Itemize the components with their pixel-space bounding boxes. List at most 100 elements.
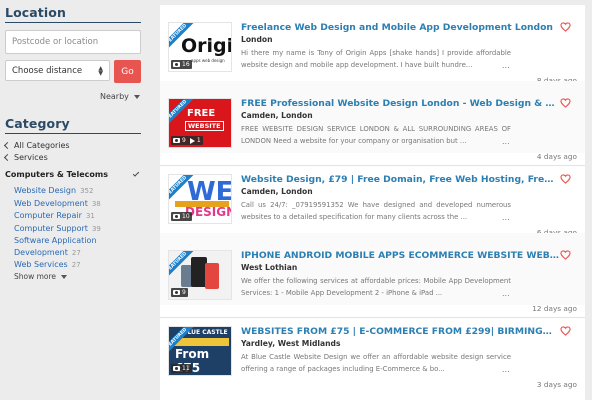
- show-more-label: Show more: [14, 272, 57, 281]
- listing-item[interactable]: FEATURED FREE WEBSITE 91 FREE Profession…: [160, 81, 585, 153]
- breadcrumb-services[interactable]: Services: [3, 153, 48, 162]
- photo-count: 11: [182, 365, 190, 372]
- select-arrows-icon: ▲ ▼: [98, 64, 103, 77]
- subcategory-web-development[interactable]: Web Development 38: [14, 198, 114, 211]
- postcode-input[interactable]: [5, 30, 141, 54]
- camera-icon: [173, 214, 180, 219]
- photo-count: 10: [182, 213, 190, 220]
- listing-title[interactable]: FREE Professional Website Design London …: [241, 98, 559, 109]
- listing-item[interactable]: FEATURED 9 IPHONE ANDROID MOBILE APPS EC…: [160, 233, 585, 305]
- heart-icon[interactable]: [560, 98, 571, 108]
- subcategory-count: 38: [91, 199, 101, 208]
- subcategory-website-design[interactable]: Website Design 352: [14, 185, 114, 198]
- breadcrumb-label: All Categories: [14, 141, 70, 150]
- subcategory-name: Web Development: [14, 198, 88, 208]
- subcategory-computer-repair[interactable]: Computer Repair 31: [14, 210, 114, 223]
- thumbnail-tagline: apps web design: [191, 58, 225, 63]
- listing-description: At Blue Castle Website Design we offer a…: [241, 353, 511, 373]
- listing-more[interactable]: ...: [502, 289, 510, 298]
- listing-location: Camden, London: [241, 187, 313, 196]
- heart-icon[interactable]: [560, 174, 571, 184]
- listings-panel: FEATURED Origin apps web design 16 Freel…: [160, 5, 585, 400]
- listing-location: London: [241, 35, 273, 44]
- listing-location: Yardley, West Midlands: [241, 339, 341, 348]
- photo-count: 9: [182, 289, 186, 296]
- category-divider: [5, 133, 141, 134]
- listing-title[interactable]: Freelance Web Design and Mobile App Deve…: [241, 22, 559, 33]
- listing-item[interactable]: FEATURED WEB DESIGN 10 Website Design, £…: [160, 157, 585, 229]
- listing-title[interactable]: IPHONE ANDROID MOBILE APPS ECOMMERCE WEB…: [241, 250, 559, 261]
- video-count: 1: [196, 137, 201, 144]
- subcategory-name: Software Application Development: [14, 236, 97, 257]
- sort-dropdown-label: Nearby: [100, 92, 129, 101]
- current-category-label: Computers & Telecoms: [5, 170, 108, 179]
- photo-count-badge: 10: [171, 212, 192, 221]
- camera-icon: [173, 138, 180, 143]
- listing-description: We offer the following services at affor…: [241, 277, 511, 297]
- subcategory-count: 27: [71, 261, 81, 269]
- subcategory-count: 27: [71, 248, 81, 257]
- subcategory-name: Website Design: [14, 186, 77, 195]
- photo-count-badge: 9: [171, 288, 188, 297]
- listing-thumbnail[interactable]: FEATURED BLUE CASTLE From £75 11: [168, 326, 232, 376]
- phone-illustration: [205, 263, 219, 289]
- subcategory-software-application-development[interactable]: Software Application Development 27: [14, 235, 114, 259]
- chevron-left-icon: [3, 153, 12, 162]
- listing-more[interactable]: ...: [502, 365, 510, 374]
- listing-item[interactable]: FEATURED Origin apps web design 16 Freel…: [160, 5, 585, 77]
- caret-down-icon: [61, 274, 68, 279]
- listing-location: Camden, London: [241, 111, 313, 120]
- video-icon: [189, 137, 195, 144]
- thumbnail-stripe: [173, 338, 229, 346]
- breadcrumb-all-categories[interactable]: All Categories: [3, 141, 70, 150]
- distance-select-label: Choose distance: [12, 65, 83, 76]
- listing-thumbnail[interactable]: FEATURED WEB DESIGN 10: [168, 174, 232, 224]
- listing-title[interactable]: Website Design, £79 | Free Domain, Free …: [241, 174, 559, 185]
- thumbnail-headline: FREE: [187, 108, 216, 119]
- listing-description: Call us 24/7: _07919591352 We have desig…: [241, 201, 511, 221]
- location-heading: Location: [5, 5, 66, 20]
- subcategory-count: 31: [85, 212, 95, 220]
- listing-description: Hi there my name is Tony of Origin Apps …: [241, 49, 511, 69]
- category-heading: Category: [5, 116, 70, 131]
- subcategory-list: Website Design 352 Web Development 38 Comp…: [14, 185, 114, 272]
- photo-count-badge: 16: [171, 60, 192, 69]
- distance-select[interactable]: Choose distance ▲ ▼: [5, 60, 110, 81]
- thumbnail-subtext: DESIGN: [185, 205, 232, 219]
- listing-description: FREE WEBSITE DESIGN SERVICE LONDON & ALL…: [241, 125, 511, 145]
- heart-icon[interactable]: [560, 250, 571, 260]
- camera-icon: [173, 62, 180, 67]
- listing-title[interactable]: WEBSITES FROM £75 | E-COMMERCE FROM £299…: [241, 326, 559, 337]
- breadcrumb-label: Services: [14, 153, 48, 162]
- listing-more[interactable]: ...: [502, 137, 510, 146]
- show-more-button[interactable]: Show more: [14, 272, 68, 281]
- heart-icon[interactable]: [560, 326, 571, 336]
- photo-count-badge: 91: [171, 136, 203, 145]
- current-category[interactable]: Computers & Telecoms: [5, 170, 141, 179]
- heart-icon[interactable]: [560, 22, 571, 32]
- subcategory-name: Computer Support: [14, 223, 88, 233]
- chevron-left-icon: [3, 141, 12, 150]
- listing-item[interactable]: FEATURED BLUE CASTLE From £75 11 WEBSITE…: [160, 309, 585, 381]
- caret-down-icon: [133, 94, 140, 99]
- subcategory-web-services[interactable]: Web Services 27: [14, 259, 114, 272]
- go-button[interactable]: Go: [114, 60, 141, 83]
- listing-thumbnail[interactable]: FEATURED FREE WEBSITE 91: [168, 98, 232, 148]
- photo-count-badge: 11: [171, 364, 192, 373]
- subcategory-name: Web Services: [14, 260, 68, 269]
- location-divider: [5, 22, 141, 23]
- listing-more[interactable]: ...: [502, 61, 510, 70]
- listing-location: West Lothian: [241, 263, 298, 272]
- sort-dropdown[interactable]: Nearby: [100, 92, 140, 101]
- subcategory-name: Computer Repair: [14, 211, 82, 220]
- thumbnail-subtext: WEBSITE: [185, 121, 224, 131]
- subcategory-computer-support[interactable]: Computer Support 39: [14, 223, 114, 236]
- filter-sidebar: Location Choose distance ▲▼ Go Nearby Ca…: [0, 0, 150, 400]
- photo-count: 16: [182, 61, 190, 68]
- listing-age: 3 days ago: [536, 380, 577, 389]
- camera-icon: [173, 366, 180, 371]
- listing-thumbnail[interactable]: FEATURED Origin apps web design 16: [168, 22, 232, 72]
- subcategory-count: 352: [80, 187, 94, 195]
- listing-more[interactable]: ...: [502, 213, 510, 222]
- listing-thumbnail[interactable]: FEATURED 9: [168, 250, 232, 300]
